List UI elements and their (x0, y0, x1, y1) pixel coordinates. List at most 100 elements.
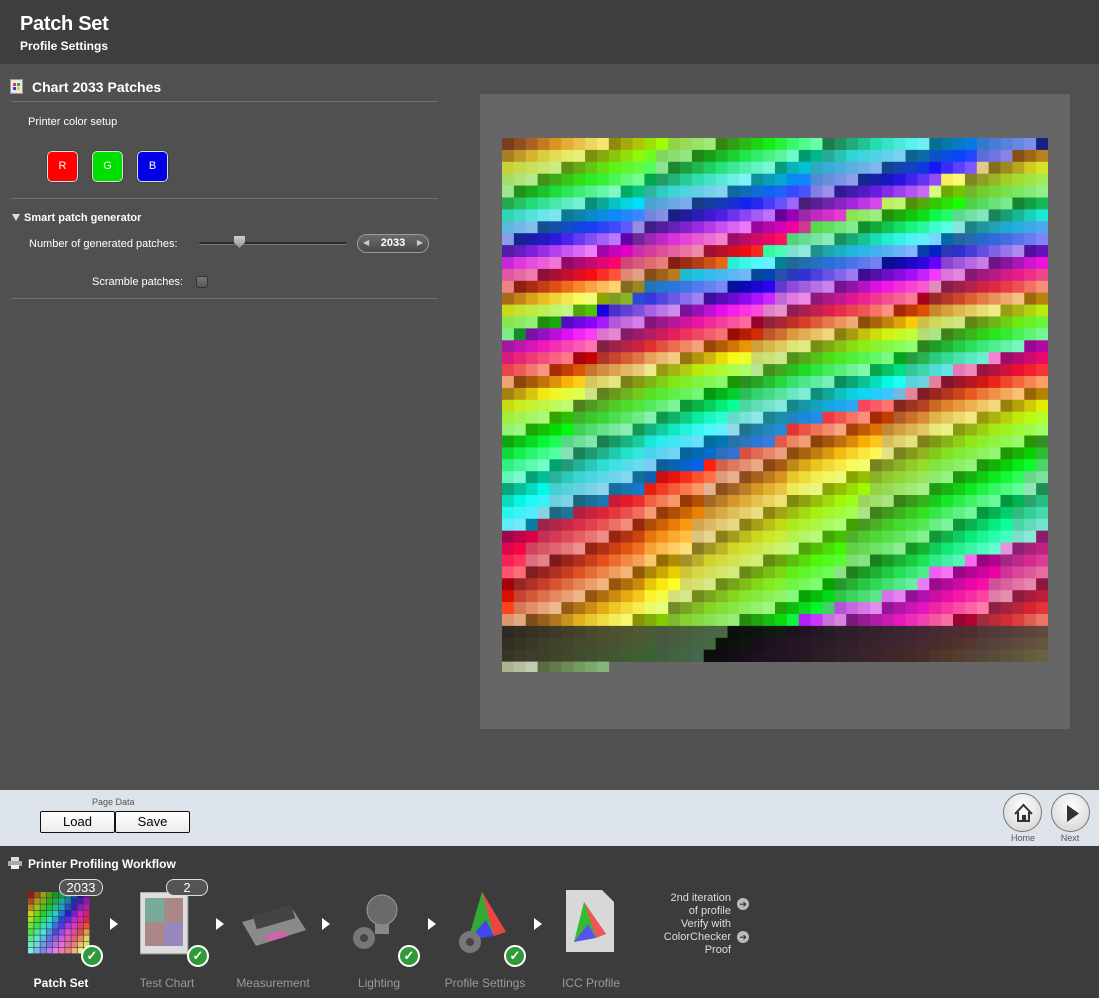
patch (525, 554, 539, 567)
patch (502, 197, 515, 210)
patch (502, 649, 515, 662)
patch (834, 578, 847, 591)
patch (502, 328, 515, 341)
patch (869, 423, 883, 436)
patch (513, 138, 527, 151)
scramble-checkbox[interactable] (196, 276, 208, 288)
num-patches-stepper[interactable]: ◀ 2033 ▶ (357, 234, 429, 253)
patch (620, 376, 633, 389)
next-button[interactable] (1051, 793, 1090, 832)
thumbnail-patch (46, 904, 53, 910)
patch (964, 399, 978, 413)
patch (513, 447, 527, 460)
patch (596, 328, 610, 341)
icc-profile-file-icon (566, 890, 614, 952)
iteration-link[interactable]: 2nd iteration of profile (650, 892, 731, 918)
patch (751, 447, 764, 460)
patch (1036, 268, 1048, 282)
home-button[interactable] (1003, 793, 1042, 832)
patch (941, 185, 954, 198)
patch (763, 387, 776, 401)
patch (763, 328, 776, 341)
slider-thumb[interactable] (233, 236, 245, 248)
patch (656, 566, 669, 579)
patch (573, 661, 586, 672)
patch (775, 328, 788, 341)
patch (834, 387, 847, 401)
patch (549, 614, 562, 627)
patch (703, 495, 717, 508)
patch (739, 625, 752, 639)
patch (668, 376, 681, 389)
patch (585, 471, 598, 484)
patch (964, 161, 978, 175)
patch (763, 364, 776, 377)
load-button[interactable]: Load (40, 811, 115, 833)
patch (680, 578, 693, 591)
patch (561, 268, 574, 282)
patch (893, 637, 906, 651)
patch (632, 280, 645, 294)
patch (988, 614, 1001, 627)
patch (858, 197, 871, 210)
patch (929, 506, 942, 520)
patch (632, 625, 645, 639)
thumbnail-patch (28, 892, 34, 898)
patch (988, 268, 1001, 282)
patch (608, 495, 622, 508)
thumbnail-patch (71, 935, 77, 941)
patch (751, 209, 764, 222)
patch (561, 459, 574, 472)
channel-b-button[interactable]: B (137, 151, 168, 182)
patch (976, 387, 990, 401)
arrow-right-icon[interactable]: ➜ (737, 898, 749, 910)
patch (656, 637, 669, 651)
arrow-right-icon[interactable]: ➜ (737, 931, 749, 943)
patch (964, 376, 978, 389)
verify-link[interactable]: Verify with ColorChecker Proof (640, 918, 731, 957)
num-patches-slider[interactable] (199, 242, 347, 245)
patch (893, 530, 906, 543)
patch (585, 602, 598, 615)
patch (596, 245, 610, 258)
patch (976, 161, 990, 175)
save-button[interactable]: Save (115, 811, 190, 833)
patch (893, 328, 906, 341)
patch (929, 649, 942, 662)
patch (549, 280, 562, 294)
patch (1012, 197, 1025, 210)
patch (715, 340, 728, 353)
patch (976, 376, 990, 389)
smart-patch-generator-toggle[interactable]: Smart patch generator (12, 212, 141, 224)
patch (881, 542, 895, 555)
thumbnail-patch (71, 947, 77, 954)
patch (810, 209, 823, 222)
channel-r-button[interactable]: R (47, 151, 78, 182)
patch (1000, 530, 1013, 543)
patch (608, 435, 622, 448)
patch (1000, 340, 1013, 353)
patch (513, 292, 527, 305)
patch (929, 411, 942, 424)
patch (881, 292, 895, 305)
patch (953, 649, 966, 662)
patch (656, 185, 669, 198)
patch (917, 447, 930, 460)
patch (549, 506, 562, 520)
patch (964, 292, 978, 305)
increment-icon[interactable]: ▶ (417, 238, 423, 247)
patch (893, 364, 906, 377)
patch (513, 602, 527, 615)
patch (1012, 423, 1025, 436)
patch (668, 637, 681, 651)
patch (537, 661, 550, 672)
patch (691, 399, 705, 413)
patch (810, 292, 823, 305)
patch (525, 268, 539, 282)
channel-g-button[interactable]: G (92, 151, 123, 182)
patch (988, 149, 1001, 163)
patch (537, 554, 550, 567)
patch (1000, 221, 1013, 234)
patch (703, 138, 717, 151)
patch (525, 340, 539, 353)
